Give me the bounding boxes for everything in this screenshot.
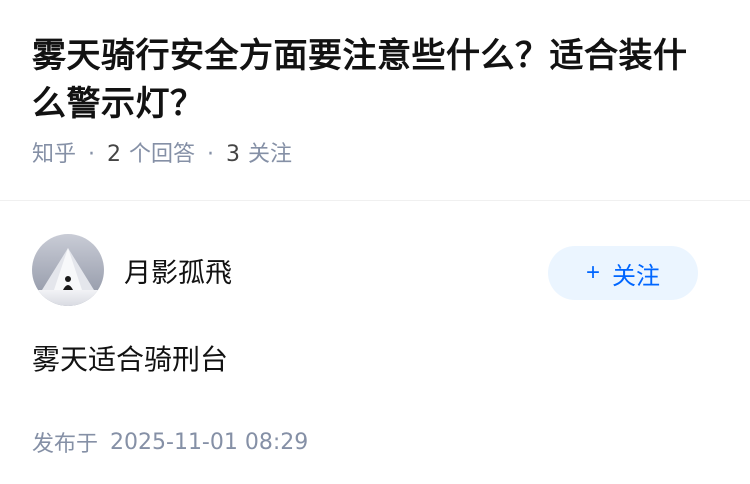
publish-label: 发布于 (32, 432, 99, 457)
answer-count-label: 个回答 (129, 142, 196, 167)
publish-time: 2025-11-01 08:29 (110, 429, 309, 455)
page: 雾天骑行安全方面要注意些什么？适合装什么警示灯？ 知乎 · 2 个回答 · 3 … (0, 0, 750, 484)
publish-info: 发布于 2025-11-01 08:29 (32, 426, 698, 458)
answer-card: 月影孤飛 + 关注 雾天适合骑刑台 发布于 2025-11-01 08:29 (32, 234, 698, 458)
meta-separator-2: · (207, 142, 215, 167)
question-meta: 知乎 · 2 个回答 · 3 关注 (32, 140, 718, 170)
answer-count: 2 (107, 142, 122, 167)
question-header: 雾天骑行安全方面要注意些什么？适合装什么警示灯？ 知乎 · 2 个回答 · 3 … (0, 0, 750, 170)
author-row: 月影孤飛 + 关注 (32, 234, 698, 306)
author-name[interactable]: 月影孤飛 (124, 251, 548, 290)
avatar-image-icon (32, 234, 104, 306)
meta-separator: · (88, 142, 96, 167)
author-avatar[interactable] (32, 234, 104, 306)
section-divider (0, 200, 750, 201)
question-title[interactable]: 雾天骑行安全方面要注意些什么？适合装什么警示灯？ (32, 32, 718, 128)
follow-count-label: 关注 (248, 142, 293, 167)
follow-button-label: 关注 (612, 262, 660, 290)
follow-author-button[interactable]: + 关注 (548, 246, 698, 300)
follow-count: 3 (226, 142, 241, 167)
source-label[interactable]: 知乎 (32, 140, 76, 170)
answer-content[interactable]: 雾天适合骑刑台 (32, 340, 698, 380)
plus-icon: + (585, 259, 600, 286)
